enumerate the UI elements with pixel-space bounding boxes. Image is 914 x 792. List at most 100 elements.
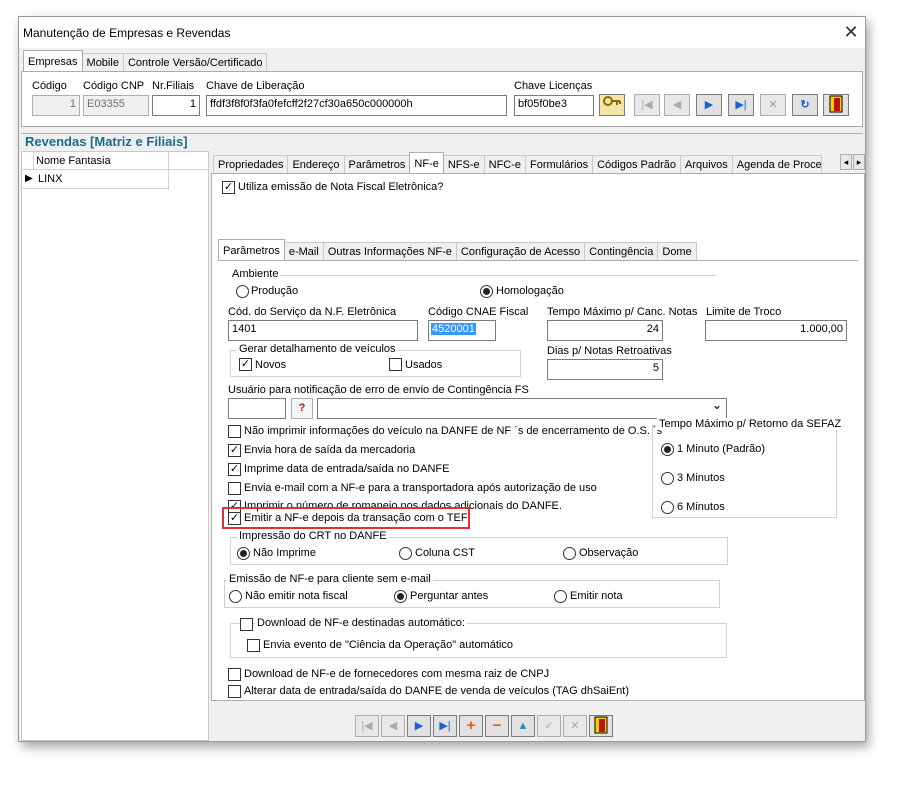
bottom-remove-button[interactable]: − xyxy=(485,715,509,737)
exit-icon xyxy=(829,95,843,113)
option-envia-email-checkbox[interactable] xyxy=(228,482,241,495)
table-row[interactable]: ▶ LINX xyxy=(22,171,169,189)
top-tab-bar: Empresas Mobile Controle Versão/Certific… xyxy=(23,50,268,71)
detalhamento-group: Gerar detalhamento de veículos ✓ Novos U… xyxy=(230,343,521,377)
usuario-label: Usuário para notificação de erro de envi… xyxy=(228,384,529,396)
emitir-nota-label: Emitir nota xyxy=(570,590,623,602)
option-hora-saida-label: Envia hora de saída da mercadoria xyxy=(244,444,416,456)
refresh-button[interactable]: ↻ xyxy=(792,94,818,116)
option-emitir-tef-checkbox[interactable]: ✓ xyxy=(228,512,241,525)
download-destinadas-checkbox[interactable] xyxy=(240,618,253,631)
cod-servico-field[interactable]: 1401 xyxy=(228,320,418,341)
tab-controle-versao[interactable]: Controle Versão/Certificado xyxy=(122,53,268,71)
option-data-entrada-checkbox[interactable]: ✓ xyxy=(228,463,241,476)
codigo-field[interactable]: 1 xyxy=(32,95,80,116)
lookup-icon: ? xyxy=(298,402,306,414)
tab-nfse[interactable]: NFS-e xyxy=(442,155,485,173)
subtab-parametros[interactable]: Parâmetros xyxy=(218,239,285,260)
crt-coluna-cst-radio[interactable] xyxy=(399,547,412,560)
download-fornecedores-checkbox[interactable] xyxy=(228,668,241,681)
nao-emitir-radio[interactable] xyxy=(229,590,242,603)
chave-liberacao-field[interactable]: ffdf3f8f0f3fa0fefcff2f27cf30a650c000000h xyxy=(206,95,507,116)
crt-group: Impressão do CRT no DANFE Não Imprime Co… xyxy=(230,530,728,565)
exit-button[interactable] xyxy=(823,94,849,116)
bottom-confirm-button[interactable]: ✓ xyxy=(537,715,561,737)
tab-mobile[interactable]: Mobile xyxy=(81,53,124,71)
cnae-field[interactable]: 4520001 xyxy=(428,320,496,341)
bottom-first-button[interactable]: |◀ xyxy=(355,715,379,737)
bottom-add-button[interactable]: + xyxy=(459,715,483,737)
lookup-button[interactable]: ? xyxy=(291,398,313,419)
sefaz-1min-radio[interactable] xyxy=(661,443,674,456)
emitir-nota-radio[interactable] xyxy=(554,590,567,603)
usados-checkbox[interactable] xyxy=(389,358,402,371)
subtab-dome[interactable]: Dome xyxy=(657,242,697,260)
limite-troco-field[interactable]: 1.000,00 xyxy=(705,320,847,341)
tab-parametros[interactable]: Parâmetros xyxy=(343,155,411,173)
tempo-canc-field[interactable]: 24 xyxy=(547,320,663,341)
detalhamento-title: Gerar detalhamento de veículos xyxy=(237,343,398,355)
first-record-button[interactable]: |◀ xyxy=(634,94,660,116)
plus-icon: + xyxy=(466,717,476,734)
tab-formularios[interactable]: Formulários xyxy=(525,155,594,173)
bottom-prev-button[interactable]: ◀ xyxy=(381,715,405,737)
chevron-down-icon[interactable]: ⌄ xyxy=(708,399,726,418)
crt-observacao-radio[interactable] xyxy=(563,547,576,560)
tab-nfce[interactable]: NFC-e xyxy=(483,155,527,173)
tab-endereco[interactable]: Endereço xyxy=(287,155,345,173)
subtab-configuracao-acesso[interactable]: Configuração de Acesso xyxy=(455,242,586,260)
tab-propriedades[interactable]: Propriedades xyxy=(213,155,289,173)
usuario-dropdown[interactable]: ⌄ xyxy=(317,398,727,419)
perguntar-antes-radio[interactable] xyxy=(394,590,407,603)
tab-codigos-padrao[interactable]: Códigos Padrão xyxy=(592,155,681,173)
column-nome-fantasia[interactable]: Nome Fantasia xyxy=(36,155,111,167)
subtab-outras-informacoes[interactable]: Outras Informações NF-e xyxy=(322,242,457,260)
crt-nao-imprime-radio[interactable] xyxy=(237,547,250,560)
chave-licencas-field[interactable]: bf05f0be3 xyxy=(514,95,594,116)
bottom-last-button[interactable]: ▶| xyxy=(433,715,457,737)
usuario-code-field[interactable] xyxy=(228,398,286,419)
delete-button[interactable]: ✕ xyxy=(760,94,786,116)
ambiente-group: Ambiente xyxy=(230,268,716,295)
bottom-exit-button[interactable] xyxy=(589,715,613,737)
window-title: Manutenção de Empresas e Revendas xyxy=(23,26,231,40)
bottom-next-button[interactable]: ▶ xyxy=(407,715,431,737)
tab-empresas[interactable]: Empresas xyxy=(23,50,83,71)
next-record-button[interactable]: ▶ xyxy=(696,94,722,116)
homologacao-radio[interactable] xyxy=(480,285,493,298)
nr-filiais-field[interactable]: 1 xyxy=(152,95,200,116)
novos-checkbox[interactable]: ✓ xyxy=(239,358,252,371)
alterar-data-checkbox[interactable] xyxy=(228,685,241,698)
revendas-grid: Nome Fantasia ▶ LINX xyxy=(21,151,209,741)
divider xyxy=(21,133,863,134)
producao-radio[interactable] xyxy=(236,285,249,298)
bottom-cancel-button[interactable]: ✕ xyxy=(563,715,587,737)
sefaz-3min-radio[interactable] xyxy=(661,472,674,485)
utiliza-nfe-checkbox[interactable]: ✓ xyxy=(222,181,235,194)
tabs-scroll-right[interactable]: ▸ xyxy=(853,154,865,170)
tab-nfe[interactable]: NF-e xyxy=(409,152,444,173)
bottom-up-button[interactable]: ▲ xyxy=(511,715,535,737)
option-nao-imprimir-label: Não imprimir informações do veículo na D… xyxy=(244,425,663,437)
ciencia-operacao-checkbox[interactable] xyxy=(247,639,260,652)
sefaz-3min-label: 3 Minutos xyxy=(677,472,725,484)
last-record-button[interactable]: ▶| xyxy=(728,94,754,116)
codigo-cnp-field[interactable]: E03355 xyxy=(83,95,149,116)
main-tab-bar: Propriedades Endereço Parâmetros NF-e NF… xyxy=(213,152,822,173)
tabs-scroll-left[interactable]: ◂ xyxy=(840,154,852,170)
option-hora-saida-checkbox[interactable]: ✓ xyxy=(228,444,241,457)
close-icon[interactable]: ✕ xyxy=(837,17,865,48)
tab-agenda[interactable]: Agenda de Proces xyxy=(731,155,822,173)
prev-record-button[interactable]: ◀ xyxy=(664,94,690,116)
dias-field[interactable]: 5 xyxy=(547,359,663,380)
prev-icon: ◀ xyxy=(672,99,682,111)
option-nao-imprimir-checkbox[interactable] xyxy=(228,425,241,438)
grid-header: Nome Fantasia xyxy=(22,152,208,190)
tab-arquivos[interactable]: Arquivos xyxy=(679,155,733,173)
crt-nao-imprime-label: Não Imprime xyxy=(253,547,316,559)
codigo-cnp-label: Código CNP xyxy=(83,80,145,92)
sefaz-6min-radio[interactable] xyxy=(661,501,674,514)
key-button[interactable] xyxy=(599,94,625,116)
subtab-contingencia[interactable]: Contingência xyxy=(584,242,659,260)
subtab-email[interactable]: e-Mail xyxy=(283,242,324,260)
